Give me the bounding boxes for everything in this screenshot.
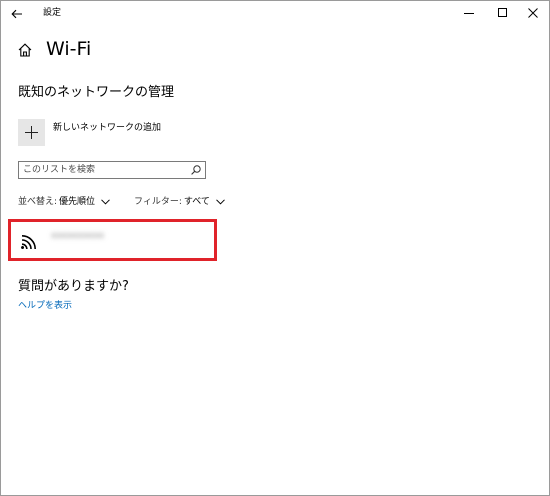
filter-value: すべて — [183, 197, 210, 207]
filter-label: フィルター: — [134, 197, 182, 207]
search-box[interactable] — [18, 161, 206, 179]
add-network-button[interactable] — [18, 119, 45, 146]
back-arrow-icon — [11, 9, 22, 19]
help-link[interactable]: ヘルプを表示 — [18, 300, 72, 312]
sort-value: 優先順位 — [59, 197, 96, 207]
network-list-item[interactable]: xxxxxxxxxx — [8, 219, 217, 261]
search-input[interactable] — [23, 162, 183, 178]
home-icon[interactable] — [17, 42, 33, 58]
maximize-icon — [498, 8, 507, 17]
wifi-signal-icon — [21, 235, 36, 250]
sort-dropdown[interactable]: 並べ替え: 優先順位 — [18, 196, 110, 208]
maximize-button[interactable] — [487, 1, 519, 25]
minimize-icon — [464, 13, 474, 14]
close-icon — [528, 8, 538, 18]
filter-dropdown[interactable]: フィルター: すべて — [134, 196, 225, 208]
page-title: Wi-Fi — [46, 38, 92, 60]
chevron-down-icon — [216, 199, 225, 205]
minimize-button[interactable] — [453, 1, 485, 25]
network-name: xxxxxxxxxx — [51, 231, 105, 241]
window-title: 設定 — [43, 8, 62, 18]
sort-label: 並べ替え: — [18, 197, 58, 207]
add-network-label[interactable]: 新しいネットワークの追加 — [53, 122, 161, 134]
plus-icon — [25, 126, 38, 139]
title-bar: 設定 — [1, 1, 549, 27]
back-button[interactable] — [5, 3, 29, 25]
chevron-down-icon — [101, 199, 110, 205]
settings-window: 設定 Wi-Fi 既知のネットワークの管理 新しいネットワークの追加 このリスト… — [0, 0, 550, 496]
section-title: 既知のネットワークの管理 — [18, 85, 175, 100]
help-title: 質問がありますか? — [18, 279, 129, 294]
close-button[interactable] — [517, 1, 549, 25]
search-icon[interactable] — [191, 165, 201, 175]
